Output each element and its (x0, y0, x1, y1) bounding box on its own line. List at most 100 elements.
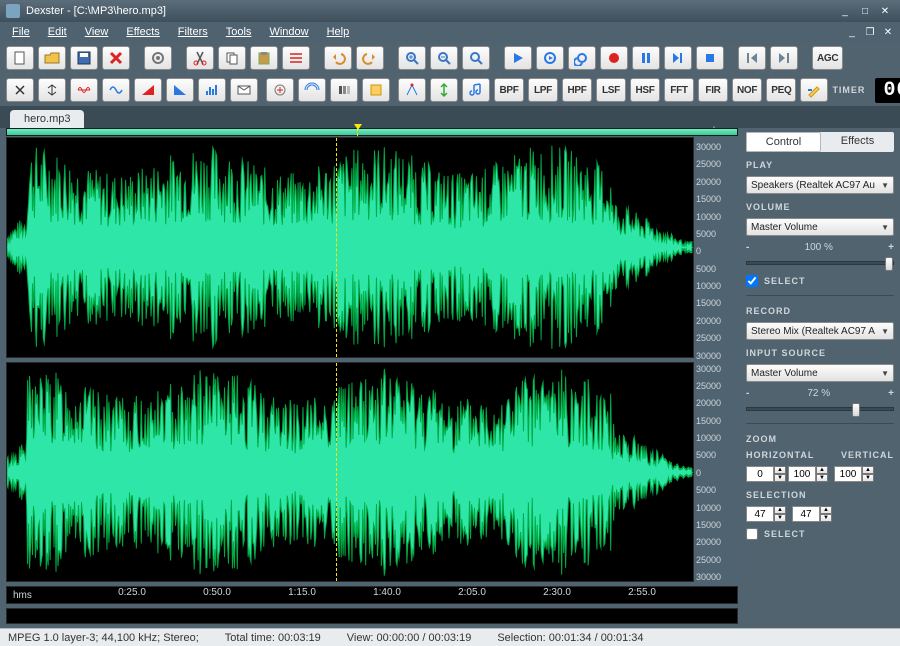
open-button[interactable] (38, 46, 66, 70)
zoom-h-from[interactable] (746, 466, 774, 482)
effect-k-button[interactable] (462, 78, 490, 102)
vol-plus[interactable]: + (888, 242, 894, 253)
scale-label: 0 (696, 247, 738, 256)
input-source-select[interactable]: Master Volume▼ (746, 364, 894, 382)
record-button[interactable] (600, 46, 628, 70)
filter-nof-button[interactable]: NOF (732, 78, 762, 102)
filter-peq-button[interactable]: PEQ (766, 78, 796, 102)
tab-control[interactable]: Control (746, 132, 821, 152)
close-button[interactable]: ✕ (876, 4, 894, 18)
loop-button[interactable] (568, 46, 596, 70)
agc-button[interactable]: AGC (812, 46, 843, 70)
tab-file[interactable]: hero.mp3 (10, 110, 84, 128)
selection-from[interactable] (746, 506, 774, 522)
menu-window[interactable]: Window (261, 24, 316, 40)
rec-vol-plus[interactable]: + (888, 388, 894, 399)
selection-select-checkbox[interactable] (746, 528, 758, 540)
envelope-button[interactable] (230, 78, 258, 102)
spin-up[interactable]: ▲ (820, 506, 832, 514)
menu-tools[interactable]: Tools (218, 24, 260, 40)
zoom-in-button[interactable] (398, 46, 426, 70)
spin-down[interactable]: ▼ (862, 474, 874, 482)
doc-minimize-button[interactable]: _ (844, 25, 860, 39)
spin-up[interactable]: ▲ (774, 466, 786, 474)
spectrum-button[interactable] (198, 78, 226, 102)
spin-up[interactable]: ▲ (862, 466, 874, 474)
spin-down[interactable]: ▼ (816, 474, 828, 482)
redo-button[interactable] (356, 46, 384, 70)
maximize-button[interactable]: □ (856, 4, 874, 18)
menu-help[interactable]: Help (319, 24, 358, 40)
effect-c-button[interactable] (70, 78, 98, 102)
filter-lpf-button[interactable]: LPF (528, 78, 558, 102)
slider-thumb[interactable] (852, 403, 860, 417)
settings-button[interactable] (144, 46, 172, 70)
cut-button[interactable] (186, 46, 214, 70)
zoom-v[interactable] (834, 466, 862, 482)
effect-b-button[interactable] (38, 78, 66, 102)
effect-g-button[interactable] (330, 78, 358, 102)
play-device-select[interactable]: Speakers (Realtek AC97 Au▼ (746, 176, 894, 194)
spin-up[interactable]: ▲ (816, 466, 828, 474)
skip-button[interactable] (664, 46, 692, 70)
filter-hpf-button[interactable]: HPF (562, 78, 592, 102)
volume-select[interactable]: Master Volume▼ (746, 218, 894, 236)
waveform-right[interactable] (6, 362, 694, 583)
new-button[interactable] (6, 46, 34, 70)
menu-edit[interactable]: Edit (40, 24, 75, 40)
fade-in-button[interactable] (134, 78, 162, 102)
spin-down[interactable]: ▼ (774, 514, 786, 522)
time-tick: 0:25.0 (118, 587, 146, 598)
slider-thumb[interactable] (885, 257, 893, 271)
menu-filters[interactable]: Filters (170, 24, 216, 40)
timeline-ruler[interactable] (6, 128, 738, 136)
mix-paste-button[interactable] (282, 46, 310, 70)
effect-h-button[interactable] (362, 78, 390, 102)
goto-start-button[interactable] (738, 46, 766, 70)
spin-up[interactable]: ▲ (774, 506, 786, 514)
filter-hsf-button[interactable]: HSF (630, 78, 660, 102)
play-select-checkbox[interactable] (746, 275, 758, 287)
zoom-h-to[interactable] (788, 466, 816, 482)
waveform-left[interactable] (6, 137, 694, 358)
menu-file[interactable]: File (4, 24, 38, 40)
save-button[interactable] (70, 46, 98, 70)
playhead-marker[interactable] (357, 128, 358, 136)
menu-view[interactable]: View (77, 24, 117, 40)
effect-j-button[interactable] (430, 78, 458, 102)
filter-fir-button[interactable]: FIR (698, 78, 728, 102)
record-volume-slider[interactable] (746, 407, 894, 411)
delete-button[interactable] (102, 46, 130, 70)
menu-effects[interactable]: Effects (118, 24, 167, 40)
filter-lsf-button[interactable]: LSF (596, 78, 626, 102)
tab-effects[interactable]: Effects (821, 132, 894, 152)
edit-tool-button[interactable] (800, 78, 828, 102)
effect-i-button[interactable] (398, 78, 426, 102)
play-volume-pct: 100 % (749, 242, 888, 253)
spin-down[interactable]: ▼ (774, 474, 786, 482)
paste-button[interactable] (250, 46, 278, 70)
copy-button[interactable] (218, 46, 246, 70)
filter-bpf-button[interactable]: BPF (494, 78, 524, 102)
effect-e-button[interactable] (266, 78, 294, 102)
effect-a-button[interactable] (6, 78, 34, 102)
pause-button[interactable] (632, 46, 660, 70)
doc-restore-button[interactable]: ❐ (862, 25, 878, 39)
goto-end-button[interactable] (770, 46, 798, 70)
selection-to[interactable] (792, 506, 820, 522)
fade-out-button[interactable] (166, 78, 194, 102)
record-device-select[interactable]: Stereo Mix (Realtek AC97 A▼ (746, 322, 894, 340)
effect-d-button[interactable] (102, 78, 130, 102)
play-loop-button[interactable] (536, 46, 564, 70)
play-volume-slider[interactable] (746, 261, 894, 265)
zoom-out-button[interactable] (430, 46, 458, 70)
zoom-selection-button[interactable] (462, 46, 490, 70)
spin-down[interactable]: ▼ (820, 514, 832, 522)
play-button[interactable] (504, 46, 532, 70)
effect-f-button[interactable] (298, 78, 326, 102)
stop-button[interactable] (696, 46, 724, 70)
doc-close-button[interactable]: ✕ (880, 25, 896, 39)
undo-button[interactable] (324, 46, 352, 70)
filter-fft-button[interactable]: FFT (664, 78, 694, 102)
minimize-button[interactable]: _ (836, 4, 854, 18)
